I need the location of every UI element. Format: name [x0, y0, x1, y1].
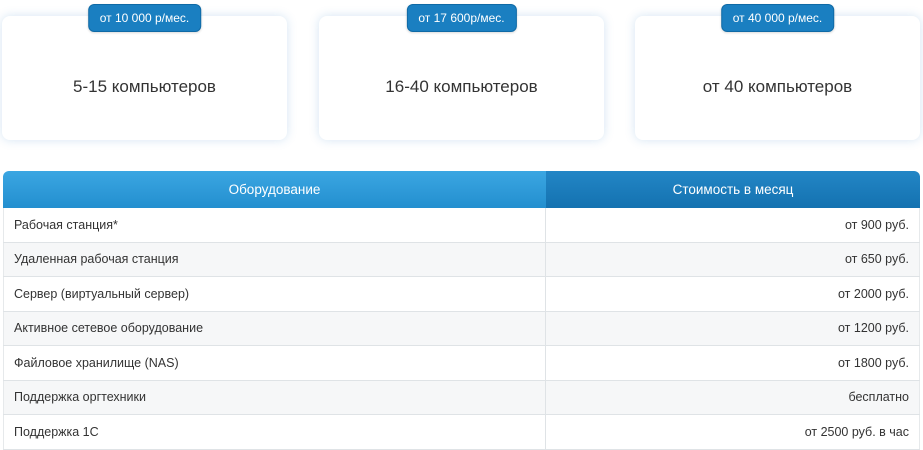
table-row: Поддержка 1С от 2500 руб. в час — [3, 415, 920, 450]
plan-price-badge: от 40 000 р/мес. — [720, 4, 835, 32]
column-header-equipment: Оборудование — [3, 171, 546, 208]
table-row: Поддержка оргтехники бесплатно — [3, 380, 920, 415]
plan-title: 5-15 компьютеров — [73, 77, 216, 96]
price-table: Оборудование Стоимость в месяц Рабочая с… — [3, 171, 920, 450]
pricing-section: от 10 000 р/мес. 5-15 компьютеров от 17 … — [0, 0, 923, 450]
plan-title: 16-40 компьютеров — [385, 77, 538, 96]
table-row: Активное сетевое оборудование от 1200 ру… — [3, 311, 920, 346]
equipment-name: Рабочая станция* — [3, 208, 546, 242]
table-body: Рабочая станция* от 900 руб. Удаленная р… — [3, 208, 920, 450]
table-row: Рабочая станция* от 900 руб. — [3, 208, 920, 243]
equipment-name: Файловое хранилище (NAS) — [3, 346, 546, 380]
equipment-price: от 2500 руб. в час — [546, 415, 920, 449]
equipment-price: от 1800 руб. — [546, 346, 920, 380]
plan-price-badge: от 10 000 р/мес. — [87, 4, 202, 32]
plan-price-badge: от 17 600р/мес. — [406, 4, 517, 32]
equipment-price: от 650 руб. — [546, 242, 920, 276]
table-row: Удаленная рабочая станция от 650 руб. — [3, 242, 920, 277]
equipment-name: Поддержка оргтехники — [3, 380, 546, 414]
equipment-price: от 2000 руб. — [546, 277, 920, 311]
table-row: Сервер (виртуальный сервер) от 2000 руб. — [3, 277, 920, 312]
plan-card-small[interactable]: от 10 000 р/мес. 5-15 компьютеров — [2, 4, 287, 140]
equipment-name: Сервер (виртуальный сервер) — [3, 277, 546, 311]
plan-card-large[interactable]: от 40 000 р/мес. от 40 компьютеров — [635, 4, 920, 140]
equipment-price: от 1200 руб. — [546, 311, 920, 345]
equipment-name: Поддержка 1С — [3, 415, 546, 449]
equipment-price: бесплатно — [546, 380, 920, 414]
table-row: Файловое хранилище (NAS) от 1800 руб. — [3, 346, 920, 381]
plan-card-medium[interactable]: от 17 600р/мес. 16-40 компьютеров — [319, 4, 604, 140]
column-header-monthly-cost: Стоимость в месяц — [546, 171, 920, 208]
equipment-name: Удаленная рабочая станция — [3, 242, 546, 276]
equipment-price: от 900 руб. — [546, 208, 920, 242]
table-header: Оборудование Стоимость в месяц — [3, 171, 920, 208]
plan-title: от 40 компьютеров — [702, 77, 853, 96]
equipment-name: Активное сетевое оборудование — [3, 311, 546, 345]
